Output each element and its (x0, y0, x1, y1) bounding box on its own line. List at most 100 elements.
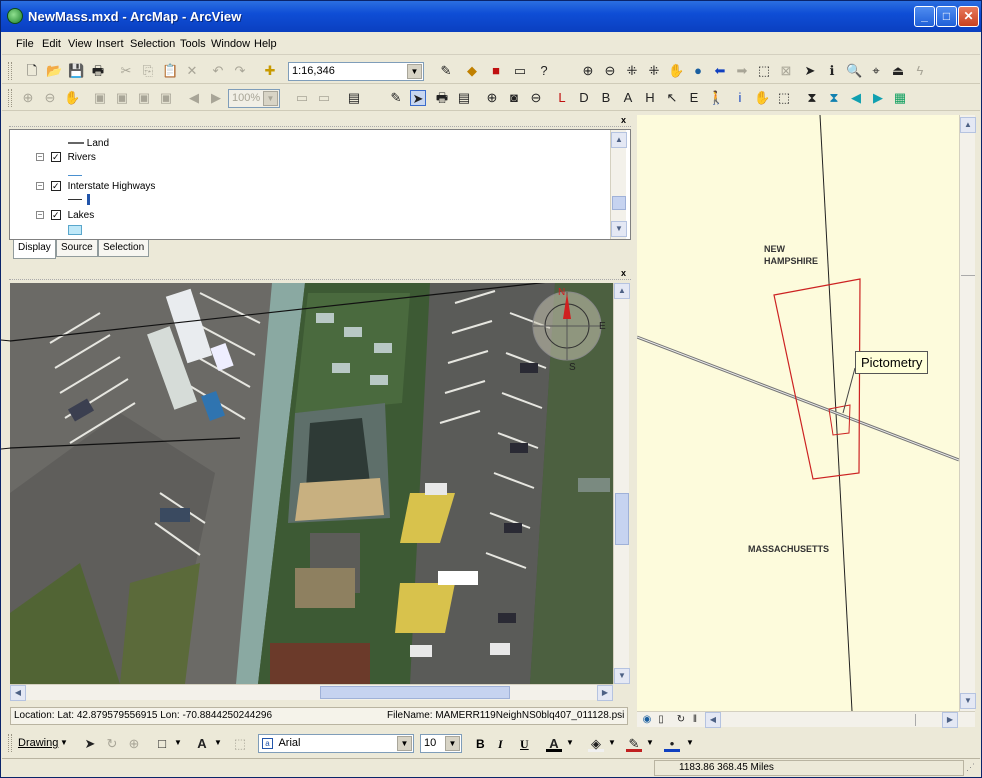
text-tool-icon[interactable]: A (194, 736, 210, 752)
change-layout-icon[interactable]: ▤ (346, 90, 362, 106)
photo-pan-icon[interactable]: ✋ (754, 90, 770, 106)
info-icon[interactable]: i (732, 90, 748, 106)
redo-icon[interactable]: ↷ (232, 63, 248, 79)
line-color-icon[interactable]: ✎ (626, 736, 642, 752)
measure-area-icon[interactable]: A (620, 90, 636, 106)
fixed-zoom-out-icon[interactable]: ⁜ (646, 63, 662, 79)
chevron-down-icon[interactable]: ▼ (263, 91, 278, 106)
oblique-photo-view[interactable]: N E S (10, 283, 613, 684)
chevron-down-icon[interactable]: ▼ (214, 738, 222, 747)
scroll-thumb[interactable] (615, 493, 629, 545)
scroll-up-icon[interactable]: ▲ (960, 117, 976, 133)
measure-icon[interactable]: ⏏ (890, 63, 906, 79)
pictometry-callout[interactable]: Pictometry (855, 351, 929, 374)
paste-icon[interactable]: 📋 (162, 63, 178, 79)
font-size-combo[interactable]: 10 ▼ (420, 734, 462, 753)
select-elements-icon[interactable]: ➤ (82, 736, 98, 752)
sync-down-icon[interactable]: ⧗ (826, 90, 842, 106)
tab-selection[interactable]: Selection (98, 240, 150, 257)
clear-selection-icon[interactable]: ⊠ (778, 63, 794, 79)
close-button[interactable]: ✕ (958, 6, 979, 27)
underline-button[interactable]: U (520, 737, 529, 752)
menu-insert[interactable]: Insert (96, 38, 124, 50)
zoom-combo[interactable]: 100% ▼ (228, 89, 280, 108)
scroll-up-icon[interactable]: ▲ (614, 283, 630, 299)
scroll-thumb[interactable] (915, 714, 927, 726)
find-icon[interactable]: 🔍 (846, 63, 862, 79)
menu-file[interactable]: File (16, 38, 34, 50)
command-line-icon[interactable]: ▭ (512, 63, 528, 79)
toggle-draft-icon[interactable]: ▭ (294, 90, 310, 106)
scale-combo[interactable]: 1:16,346 ▼ (288, 62, 424, 81)
tab-source[interactable]: Source (56, 240, 98, 257)
pictometry-zoom-out-icon[interactable]: ⊖ (528, 90, 544, 106)
chevron-down-icon[interactable]: ▼ (608, 738, 616, 747)
chevron-down-icon[interactable]: ▼ (60, 738, 68, 747)
back-extent-icon[interactable]: ⬅ (712, 63, 728, 79)
undo-icon[interactable]: ↶ (210, 63, 226, 79)
scroll-right-icon[interactable]: ▶ (597, 685, 613, 701)
photo-vscrollbar[interactable]: ▲ ▼ (613, 283, 630, 684)
layout-zoom-out-icon[interactable]: ⊖ (42, 90, 58, 106)
collapse-icon[interactable]: − (36, 182, 44, 191)
pictometry-zoom-window-icon[interactable]: ◙ (506, 90, 522, 106)
marker-color-icon[interactable]: • (664, 736, 680, 752)
collapse-icon[interactable]: − (36, 211, 44, 220)
hyperlink-icon[interactable]: ϟ (912, 63, 928, 79)
arccatalog-icon[interactable]: ◆ (464, 63, 480, 79)
next-image-icon[interactable]: ▶ (870, 90, 886, 106)
scroll-right-icon[interactable]: ▶ (942, 712, 958, 728)
resize-grip-icon[interactable]: ⋰ (966, 762, 978, 774)
pause-icon[interactable]: ‖ (687, 712, 703, 728)
measure-height-icon[interactable]: L (554, 90, 570, 106)
select-elements-icon[interactable]: ➤ (802, 63, 818, 79)
cut-icon[interactable]: ✂ (118, 63, 134, 79)
full-extent-icon[interactable]: ● (690, 63, 706, 79)
forward-extent-icon[interactable]: ➡ (734, 63, 750, 79)
photo-capture-icon[interactable]: ⬚ (776, 90, 792, 106)
photo-close-icon[interactable]: x (621, 269, 631, 279)
chevron-down-icon[interactable]: ▼ (646, 738, 654, 747)
previous-image-icon[interactable]: ◀ (848, 90, 864, 106)
menu-view[interactable]: View (68, 38, 92, 50)
layout-zoom-in-icon[interactable]: ⊕ (20, 90, 36, 106)
map-vscrollbar[interactable]: ▲ ▼ (959, 115, 976, 711)
layout-pan-icon[interactable]: ✋ (64, 90, 80, 106)
toolbar-grip[interactable] (8, 734, 12, 752)
photo-grip-bar[interactable] (9, 269, 631, 280)
add-data-icon[interactable]: ✚ (262, 63, 278, 79)
minimize-button[interactable]: _ (914, 6, 935, 27)
copy-icon[interactable]: ⎘ (140, 63, 156, 79)
go-forward-icon[interactable]: ▶ (208, 90, 224, 106)
drawing-menu[interactable]: Drawing (18, 737, 58, 749)
image-options-icon[interactable]: ▦ (892, 90, 908, 106)
sync-up-icon[interactable]: ⧗ (804, 90, 820, 106)
chevron-down-icon[interactable]: ▼ (566, 738, 574, 747)
measure-height-line-icon[interactable]: H (642, 90, 658, 106)
fixed-zoom-out-layout-icon[interactable]: ▣ (136, 90, 152, 106)
identify-icon[interactable]: ℹ (824, 63, 840, 79)
bold-button[interactable]: B (476, 737, 485, 751)
zoom-to-element-icon[interactable]: ⊕ (126, 736, 142, 752)
measure-elevation-icon[interactable]: E (686, 90, 702, 106)
go-back-icon[interactable]: ◀ (186, 90, 202, 106)
measure-bearing-icon[interactable]: B (598, 90, 614, 106)
menu-selection[interactable]: Selection (130, 38, 175, 50)
whats-this-icon[interactable]: ? (536, 63, 552, 79)
map-view[interactable]: NEW HAMPSHIRE MASSACHUSETTS Pictometry (637, 115, 959, 711)
scroll-thumb[interactable] (961, 275, 975, 283)
tab-display[interactable]: Display (13, 240, 56, 259)
chevron-down-icon[interactable]: ▼ (397, 736, 412, 751)
measure-slope-icon[interactable]: ↖ (664, 90, 680, 106)
scroll-thumb[interactable] (320, 686, 510, 699)
toc-scrollbar[interactable]: ▲ ▼ (610, 130, 627, 239)
walk-icon[interactable]: 🚶 (708, 90, 724, 106)
checkbox-interstate[interactable]: ✓ (50, 181, 61, 192)
chevron-down-icon[interactable]: ▼ (174, 738, 182, 747)
fill-color-icon[interactable]: ◈ (588, 736, 604, 752)
layer-interstate[interactable]: − ✓ Interstate Highways (36, 181, 155, 192)
pictometry-zoom-in-icon[interactable]: ⊕ (484, 90, 500, 106)
measure-distance-icon[interactable]: D (576, 90, 592, 106)
photo-hscrollbar[interactable]: ◀ ▶ (10, 684, 613, 701)
scroll-up-icon[interactable]: ▲ (611, 132, 627, 148)
